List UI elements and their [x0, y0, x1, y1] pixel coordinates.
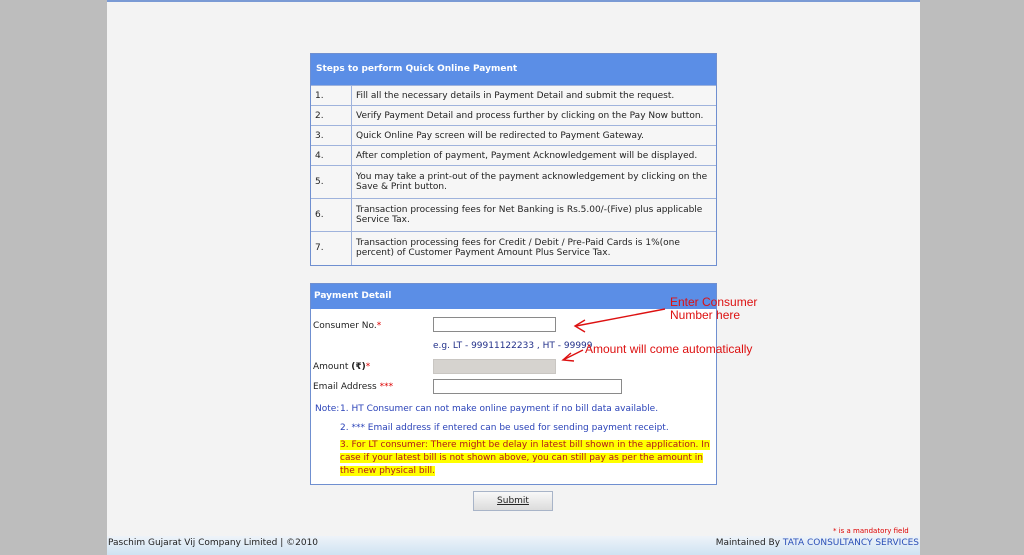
arrow-to-amount-input: [562, 349, 584, 361]
annotation-arrows: [561, 308, 666, 362]
arrow-to-consumer-input: [575, 308, 666, 327]
